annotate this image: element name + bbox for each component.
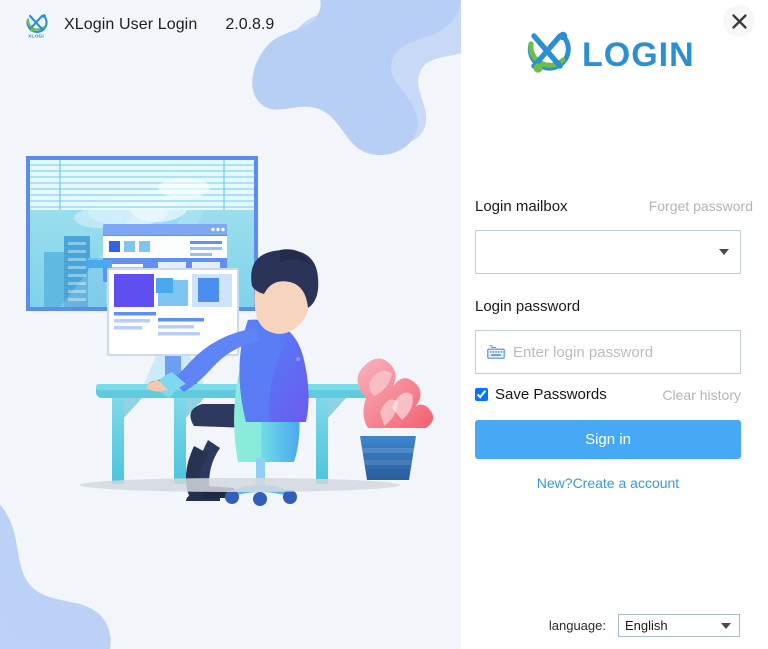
brand-logo: LOGIN xyxy=(520,26,710,80)
login-mailbox-select[interactable] xyxy=(476,231,740,273)
login-password-field[interactable] xyxy=(475,330,741,374)
branding-panel: XLOGI XLogin User Login 2.0.8.9 xyxy=(0,0,461,649)
save-passwords-checkbox[interactable] xyxy=(475,388,488,401)
login-options-row: Save Passwords Clear history xyxy=(475,386,741,403)
clear-history-link[interactable]: Clear history xyxy=(662,387,741,403)
sign-in-button[interactable]: Sign in xyxy=(475,420,741,459)
svg-text:XLOGI: XLOGI xyxy=(28,34,44,40)
xlogin-app-logo-icon: XLOGI xyxy=(26,14,48,40)
forget-password-link[interactable]: Forget password xyxy=(649,198,753,214)
svg-text:LOGIN: LOGIN xyxy=(582,36,695,74)
close-icon xyxy=(731,13,747,29)
password-input[interactable] xyxy=(505,331,740,373)
password-label-row: Login password xyxy=(475,298,753,320)
login-password-label: Login password xyxy=(475,298,581,315)
login-window: XLOGI XLogin User Login 2.0.8.9 LOGIN Lo… xyxy=(0,0,768,649)
language-row: language: English xyxy=(475,614,753,637)
app-version: 2.0.8.9 xyxy=(225,16,275,33)
save-passwords-option[interactable]: Save Passwords xyxy=(475,386,607,403)
language-select-wrapper[interactable]: English xyxy=(618,614,740,637)
keyboard-icon[interactable] xyxy=(487,345,505,359)
save-passwords-label: Save Passwords xyxy=(495,386,607,403)
login-form: Login mailbox Forget password Login pass… xyxy=(475,198,753,491)
window-title: XLogin User Login xyxy=(64,16,198,33)
close-button[interactable] xyxy=(723,5,755,37)
login-mailbox-label: Login mailbox xyxy=(475,198,568,215)
person-at-desk-illustration xyxy=(26,156,434,506)
create-account-link[interactable]: New?Create a account xyxy=(475,475,741,491)
login-mailbox-combobox[interactable] xyxy=(475,230,741,274)
login-panel: LOGIN Login mailbox Forget password Logi… xyxy=(461,0,768,649)
language-select[interactable]: English xyxy=(619,615,739,636)
xlogin-brand-logo-icon: LOGIN xyxy=(527,31,695,74)
language-label: language: xyxy=(548,618,606,633)
titlebar: XLOGI XLogin User Login 2.0.8.9 xyxy=(0,0,461,50)
mailbox-label-row: Login mailbox Forget password xyxy=(475,198,753,220)
